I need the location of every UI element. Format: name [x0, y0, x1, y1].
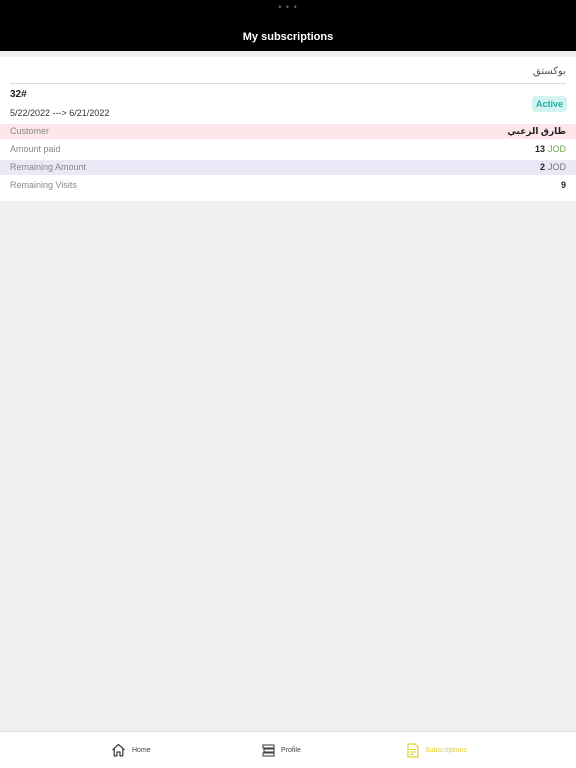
page-title: My subscriptions [242, 31, 334, 43]
header-bar: • • • My subscriptions [0, 0, 576, 51]
remaining-amount-value: 2 [539, 162, 545, 172]
remaining-visits-value: 9 [560, 180, 566, 190]
remaining-visits-label: Remaining Visits [10, 180, 77, 190]
status-badge: Active [531, 96, 567, 112]
amount-paid-value: 13 [534, 144, 545, 154]
customer-value: طارق الزعبي [507, 126, 566, 136]
tab-home[interactable]: Home [111, 739, 151, 761]
document-icon [407, 742, 419, 758]
card-divider [10, 83, 566, 84]
bottom-tab-bar: Home Profile Subscriptions [0, 731, 576, 768]
customer-row: Customer طارق الزعبي [0, 124, 576, 139]
profile-list-icon [262, 743, 275, 757]
remaining-amount-currency: JOD [548, 162, 566, 172]
customer-label: Customer [10, 126, 50, 136]
top-dots: • • • [278, 2, 298, 12]
subscription-dates: 5/22/2022 ---> 6/21/2022 [10, 108, 110, 118]
amount-paid-row: Amount paid 13 JOD [0, 142, 576, 157]
tab-profile-label: Profile [281, 746, 301, 754]
tab-subscriptions-label: Subscriptions [425, 746, 468, 754]
amount-paid-label: Amount paid [10, 144, 61, 154]
tab-home-label: Home [132, 746, 151, 754]
tab-profile[interactable]: Profile [262, 739, 301, 761]
remaining-amount-value-group: 2 JOD [540, 162, 566, 172]
home-icon [112, 743, 125, 757]
amount-paid-value-group: 13 JOD [535, 144, 566, 154]
remaining-amount-row: Remaining Amount 2 JOD [0, 160, 576, 175]
subscription-card[interactable]: بوكستق 32# 5/22/2022 ---> 6/21/2022 Acti… [0, 57, 576, 201]
subscription-location: بوكستق [533, 66, 566, 77]
amount-paid-currency: JOD [548, 144, 566, 154]
tab-subscriptions[interactable]: Subscriptions [407, 739, 467, 761]
remaining-amount-label: Remaining Amount [10, 162, 87, 172]
subscription-code: 32# [10, 89, 27, 100]
remaining-visits-row: Remaining Visits 9 [0, 178, 576, 193]
